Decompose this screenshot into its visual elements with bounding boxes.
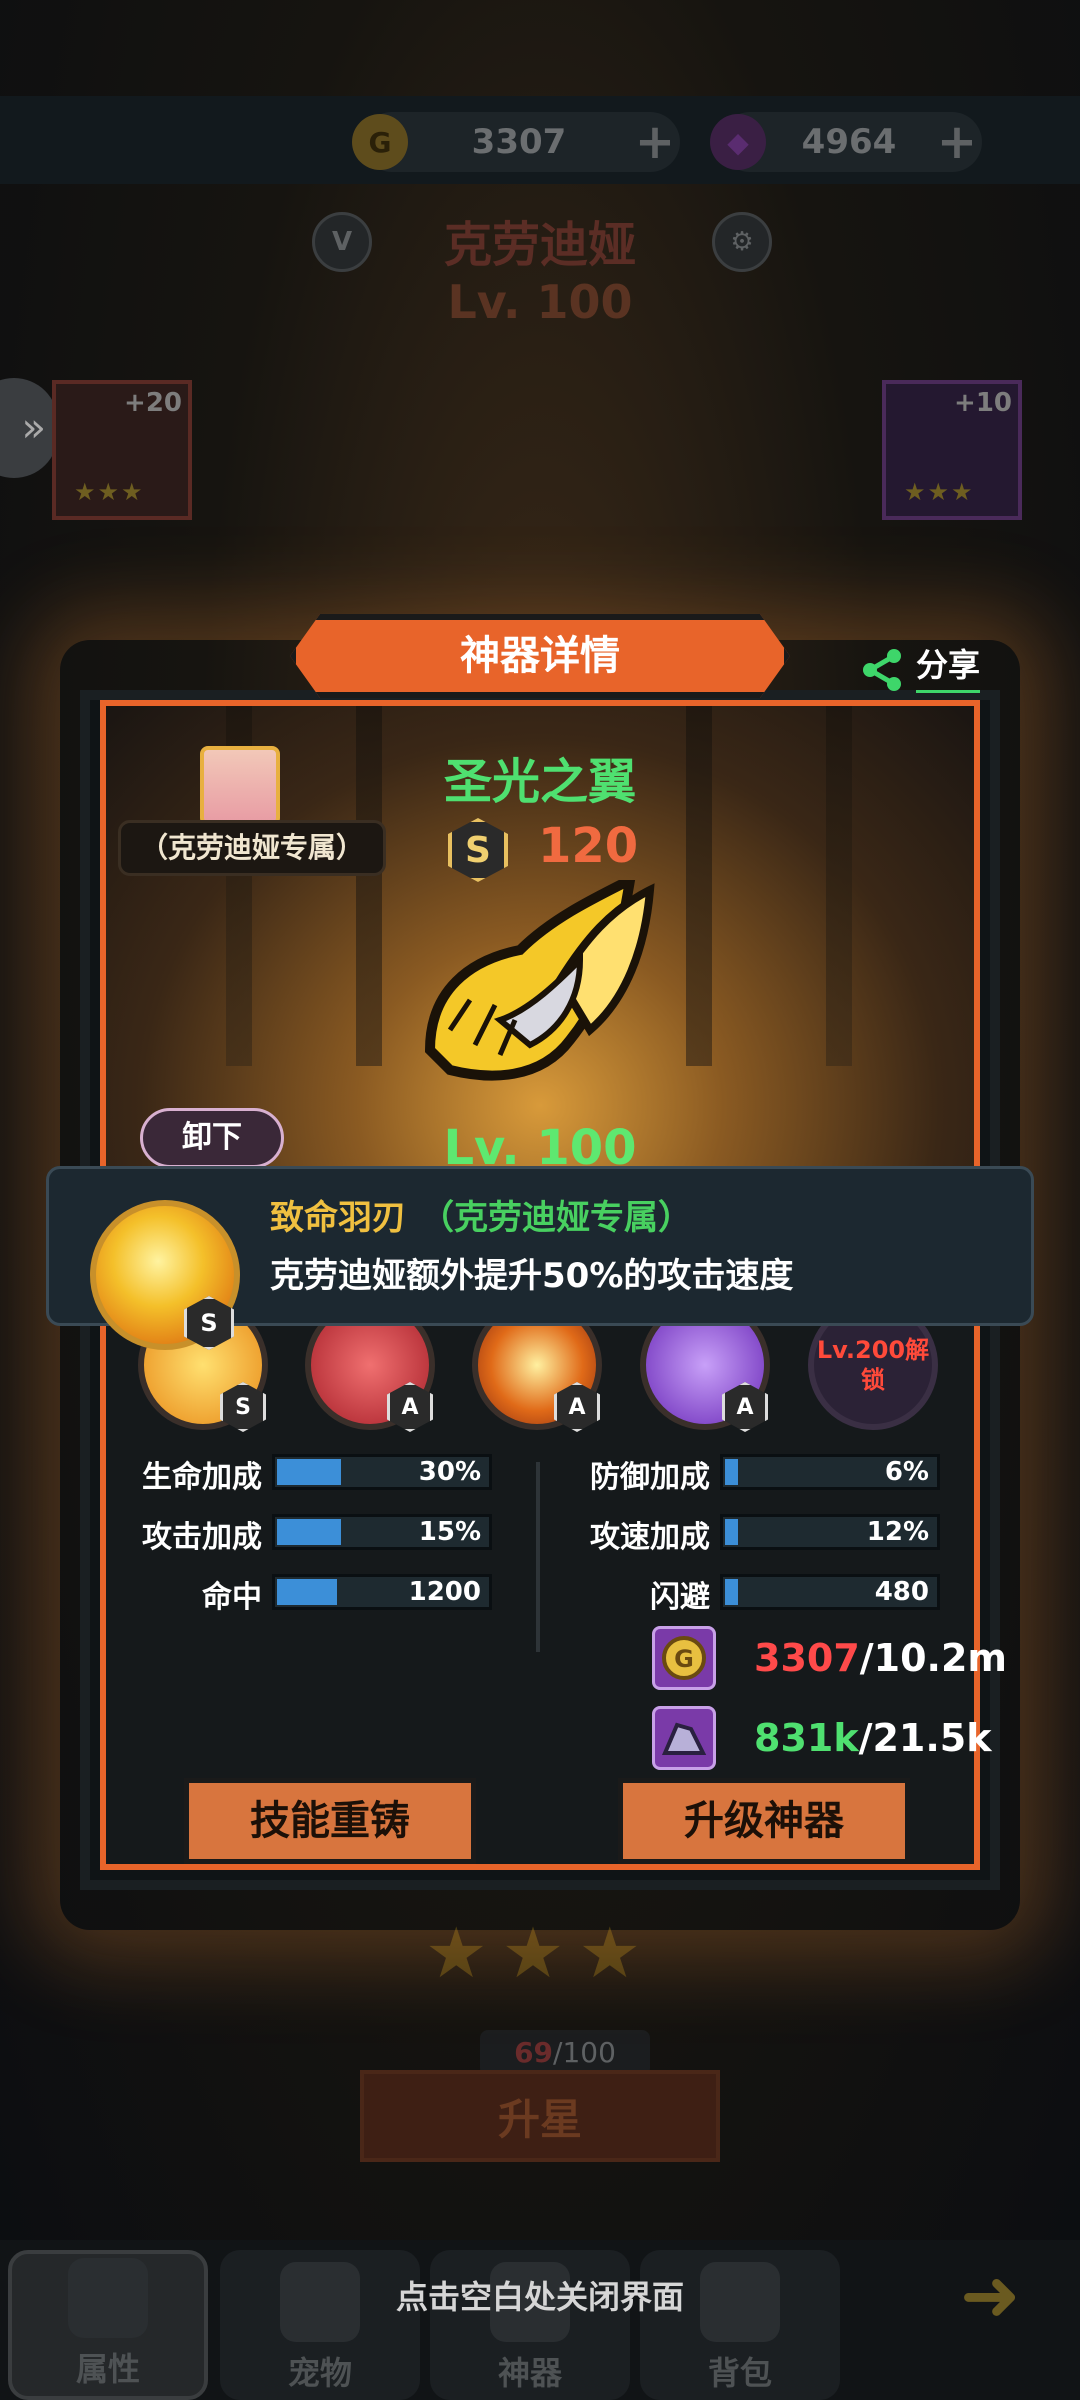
skill-reforge-button[interactable]: 技能重铸 xyxy=(184,1778,476,1864)
share-button[interactable]: 分享 xyxy=(916,640,981,693)
hero-level: Lv. 100 xyxy=(447,275,633,329)
crystal-ore-icon xyxy=(652,1706,716,1770)
stat-label: 生命加成 xyxy=(142,1460,262,1495)
artifact-name: 圣光之翼 xyxy=(443,754,636,810)
skill-name: 致命羽刃 xyxy=(270,1198,406,1238)
crystal-need: /21.5k xyxy=(858,1716,992,1760)
equip-slot-armor[interactable]: +10 ★★★ xyxy=(882,380,1022,520)
owner-tag: （克劳迪娅专属） xyxy=(118,820,386,876)
def-bonus-bar: 6% xyxy=(720,1454,940,1490)
slot-stars: ★★★ xyxy=(904,478,975,506)
stat-label: 攻速加成 xyxy=(590,1520,710,1555)
hit-bar: 1200 xyxy=(272,1574,492,1610)
gem-icon: ◆ xyxy=(710,114,766,170)
hp-bonus-bar: 30% xyxy=(272,1454,492,1490)
stat-value: 12% xyxy=(866,1517,929,1547)
enhance-level: +10 xyxy=(954,388,1012,418)
gold-coin-icon: G xyxy=(352,114,408,170)
star-up-button[interactable]: 升星 xyxy=(360,2070,720,2162)
crystal-cost: 831k/21.5k xyxy=(754,1716,992,1760)
stat-value: 15% xyxy=(418,1517,481,1547)
tab-label: 宠物 xyxy=(287,2354,352,2392)
bar-fill xyxy=(277,1459,342,1485)
gold-coin-icon: G xyxy=(652,1626,716,1690)
gold-have: 3307 xyxy=(754,1636,860,1680)
svg-text:G: G xyxy=(674,1645,694,1673)
share-icon[interactable] xyxy=(858,646,906,694)
atkspd-bonus-bar: 12% xyxy=(720,1514,940,1550)
fire-feather-icon: S xyxy=(90,1200,240,1350)
holy-wing-icon xyxy=(424,880,655,1081)
stat-value: 6% xyxy=(884,1457,929,1487)
stat-label: 防御加成 xyxy=(590,1460,710,1495)
tab-label: 属性 xyxy=(75,2350,140,2388)
gem-value: 4964 xyxy=(801,122,897,162)
exclusive-tag: （克劳迪娅专属） xyxy=(420,1198,692,1238)
stat-label: 命中 xyxy=(202,1580,262,1615)
bar-fill xyxy=(725,1579,738,1605)
stat-value: 1200 xyxy=(408,1577,481,1607)
gold-counter[interactable]: G 3307 + xyxy=(352,112,680,172)
stat-value: 480 xyxy=(874,1577,929,1607)
slot-stars: ★★★ xyxy=(74,478,145,506)
dodge-bar: 480 xyxy=(720,1574,940,1610)
bar-fill xyxy=(277,1519,342,1545)
hero-name: 克劳迪娅 xyxy=(443,217,636,273)
enhance-level: +20 xyxy=(124,388,182,418)
tab-label: 神器 xyxy=(497,2354,562,2392)
stats-divider xyxy=(536,1462,540,1652)
gem-counter[interactable]: ◆ 4964 + xyxy=(710,112,982,172)
stat-label: 闪避 xyxy=(650,1580,710,1615)
stat-label: 攻击加成 xyxy=(142,1520,262,1555)
atk-bonus-bar: 15% xyxy=(272,1514,492,1550)
shard-need: /100 xyxy=(553,2036,616,2069)
tooltip-title: 致命羽刃 （克劳迪娅专属） xyxy=(270,1190,692,1239)
bar-fill xyxy=(277,1579,337,1605)
upgrade-artifact-button[interactable]: 升级神器 xyxy=(618,1778,910,1864)
skill-description: 克劳迪娅额外提升50%的攻击速度 xyxy=(270,1256,794,1296)
shard-have: 69 xyxy=(514,2036,554,2069)
equip-slot-weapon[interactable]: +20 ★★★ xyxy=(52,380,192,520)
add-gem-icon[interactable]: + xyxy=(932,114,982,170)
bar-fill xyxy=(725,1519,738,1545)
tab-label: 背包 xyxy=(707,2354,772,2392)
gold-cost: 3307/10.2m xyxy=(754,1636,1007,1680)
artifact-score: 120 xyxy=(538,818,639,874)
settings-gear-icon[interactable]: ⚙ xyxy=(712,212,772,272)
crystal-have: 831k xyxy=(754,1716,859,1760)
stat-value: 30% xyxy=(418,1457,481,1487)
close-hint[interactable]: 点击空白处关闭界面 xyxy=(0,2272,1080,2318)
dialog-title: 神器详情 xyxy=(290,614,790,698)
bar-fill xyxy=(725,1459,738,1485)
gold-value: 3307 xyxy=(471,122,567,162)
gold-need: /10.2m xyxy=(859,1636,1007,1680)
add-gold-icon[interactable]: + xyxy=(630,114,680,170)
